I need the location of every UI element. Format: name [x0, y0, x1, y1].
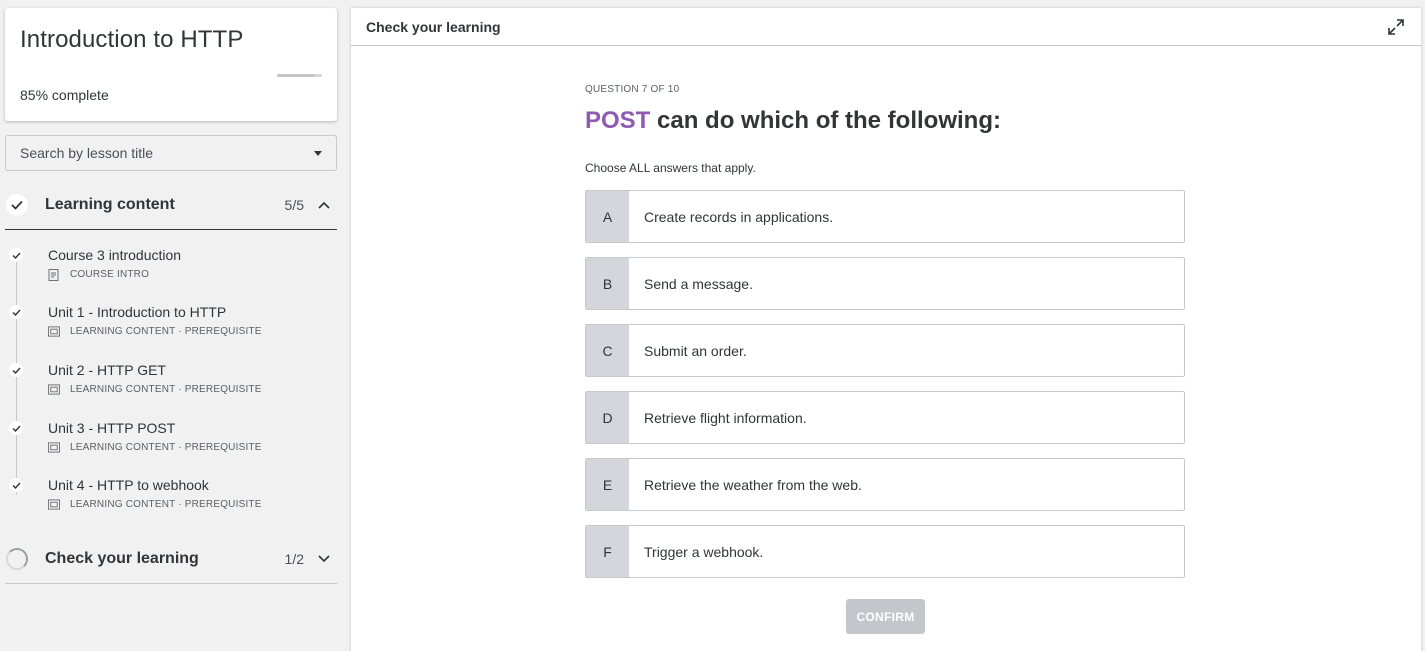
question-instruction: Choose ALL answers that apply. [585, 161, 756, 175]
answer-option-e[interactable]: E Retrieve the weather from the web. [585, 458, 1185, 511]
lesson-item[interactable]: Unit 2 - HTTP GET LEARNING CONTENT · PRE… [5, 355, 337, 405]
lesson-meta: LEARNING CONTENT · PREREQUISITE [48, 442, 262, 453]
confirm-button[interactable]: CONFIRM [846, 599, 925, 634]
answer-option-b[interactable]: B Send a message. [585, 257, 1185, 310]
option-text: Retrieve the weather from the web. [644, 476, 862, 493]
sidebar: Introduction to HTTP 85% complete Search… [0, 0, 345, 651]
checkmark-icon [9, 363, 23, 377]
progress-percent: 85% [20, 87, 49, 103]
lesson-meta-text: LEARNING CONTENT · PREREQUISITE [70, 384, 262, 395]
progress-text: 85% complete [20, 87, 109, 103]
video-icon [48, 326, 60, 337]
lesson-meta-text: COURSE INTRO [70, 269, 150, 280]
course-card: Introduction to HTTP 85% complete [5, 8, 337, 121]
option-letter: D [586, 392, 629, 443]
lesson-meta-text: LEARNING CONTENT · PREREQUISITE [70, 499, 262, 510]
answer-option-f[interactable]: F Trigger a webhook. [585, 525, 1185, 578]
option-text: Trigger a webhook. [644, 543, 764, 560]
lesson-item[interactable]: Course 3 introduction COURSE INTRO [5, 240, 337, 290]
video-icon [48, 384, 60, 395]
section-header-learning-content[interactable]: Learning content 5/5 [5, 180, 337, 230]
progress-suffix: complete [51, 87, 109, 103]
main-panel: Check your learning QUESTION 7 OF 10 POS… [351, 8, 1421, 651]
progress-bar-fill [277, 74, 316, 77]
checkmark-icon [9, 478, 23, 492]
lesson-meta: LEARNING CONTENT · PREREQUISITE [48, 499, 262, 510]
section-title: Check your learning [45, 549, 199, 567]
section-title: Learning content [45, 195, 175, 213]
question-text: can do which of the following: [650, 107, 1001, 134]
option-text: Create records in applications. [644, 208, 834, 225]
lesson-title: Unit 4 - HTTP to webhook [48, 477, 209, 493]
section-header-check-your-learning[interactable]: Check your learning 1/2 [5, 534, 337, 584]
lesson-title: Unit 1 - Introduction to HTTP [48, 304, 227, 320]
lesson-meta-text: LEARNING CONTENT · PREREQUISITE [70, 326, 262, 337]
answer-option-a[interactable]: A Create records in applications. [585, 190, 1185, 243]
lesson-meta-text: LEARNING CONTENT · PREREQUISITE [70, 442, 262, 453]
section-count: 5/5 [284, 196, 304, 213]
document-icon [48, 269, 60, 281]
option-letter: C [586, 325, 629, 376]
checkmark-icon [9, 248, 23, 262]
lesson-item[interactable]: Unit 3 - HTTP POST LEARNING CONTENT · PR… [5, 413, 337, 463]
lesson-meta: COURSE INTRO [48, 269, 150, 281]
caret-down-icon [314, 150, 322, 156]
question-title: POST can do which of the following: [585, 107, 1185, 135]
answer-option-c[interactable]: C Submit an order. [585, 324, 1185, 377]
lesson-title: Unit 3 - HTTP POST [48, 420, 176, 436]
course-title: Introduction to HTTP [20, 26, 244, 53]
video-icon [48, 499, 60, 510]
quiz-container: QUESTION 7 OF 10 POST can do which of th… [585, 84, 1185, 634]
partial-progress-icon [6, 547, 28, 570]
option-letter: E [586, 459, 629, 510]
chevron-down-icon[interactable] [318, 553, 330, 565]
option-text: Submit an order. [644, 342, 747, 359]
lesson-item[interactable]: Unit 4 - HTTP to webhook LEARNING CONTEN… [5, 470, 337, 520]
progress-bar [277, 74, 322, 77]
question-counter: QUESTION 7 OF 10 [585, 84, 680, 95]
lesson-search-placeholder: Search by lesson title [20, 145, 154, 161]
option-text: Send a message. [644, 275, 753, 292]
expand-icon[interactable] [1387, 18, 1405, 36]
video-icon [48, 442, 60, 453]
answer-options: A Create records in applications. B Send… [585, 190, 1185, 578]
question-keyword: POST [585, 107, 651, 134]
lesson-meta: LEARNING CONTENT · PREREQUISITE [48, 326, 262, 337]
chevron-up-icon[interactable] [318, 199, 330, 211]
answer-option-d[interactable]: D Retrieve flight information. [585, 391, 1185, 444]
checkmark-icon [9, 305, 23, 319]
option-letter: F [586, 526, 629, 577]
lesson-title: Course 3 introduction [48, 247, 182, 263]
checkmark-icon [6, 193, 28, 216]
lesson-meta: LEARNING CONTENT · PREREQUISITE [48, 384, 262, 395]
lesson-search-select[interactable]: Search by lesson title [5, 135, 337, 171]
option-text: Retrieve flight information. [644, 409, 807, 426]
checkmark-icon [9, 421, 23, 435]
option-letter: B [586, 258, 629, 309]
lesson-item[interactable]: Unit 1 - Introduction to HTTP LEARNING C… [5, 297, 337, 347]
lesson-title: Unit 2 - HTTP GET [48, 362, 166, 378]
main-header-title: Check your learning [366, 18, 501, 35]
option-letter: A [586, 191, 629, 242]
main-header: Check your learning [351, 8, 1421, 46]
section-count: 1/2 [284, 550, 304, 567]
